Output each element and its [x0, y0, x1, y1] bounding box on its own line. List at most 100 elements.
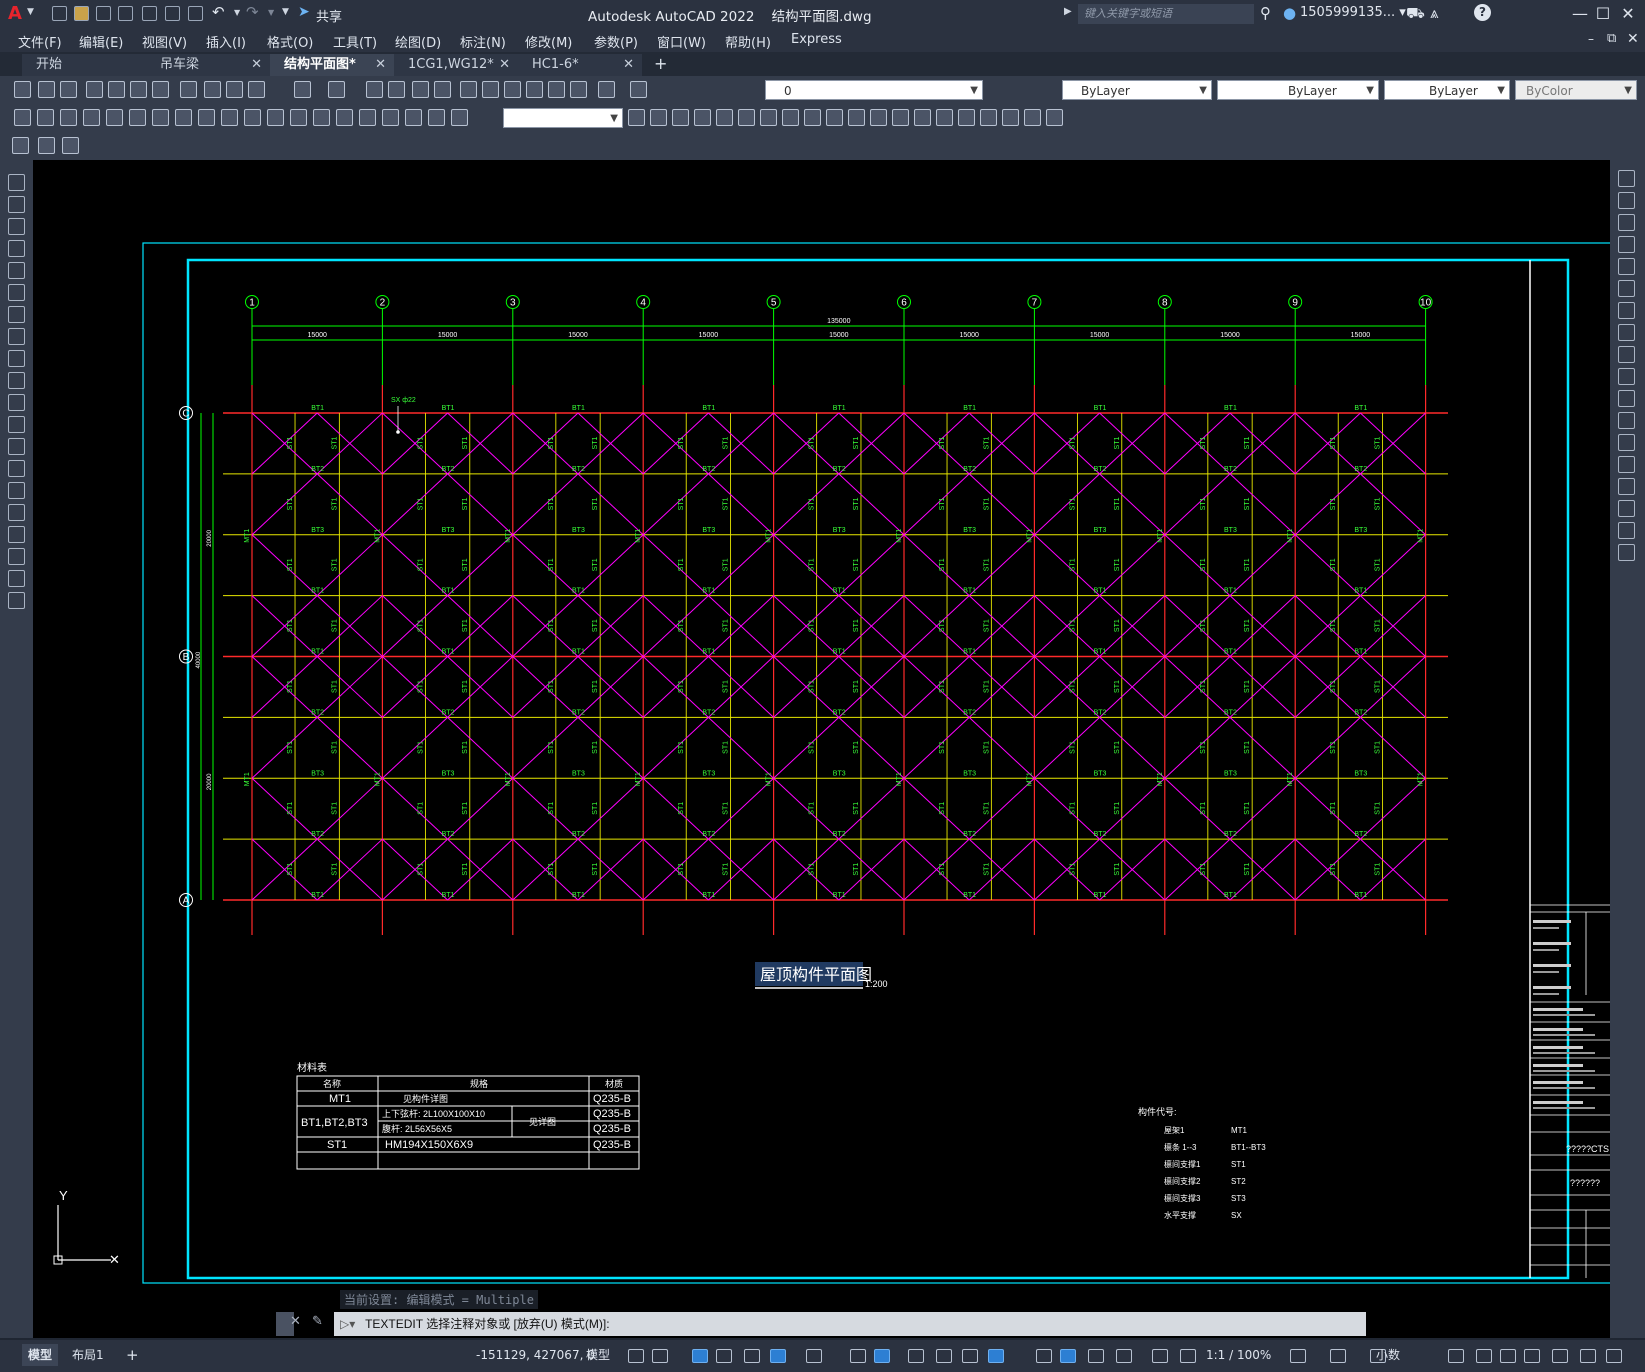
auto-scale-icon[interactable] — [1152, 1349, 1168, 1363]
offset-icon[interactable] — [1618, 236, 1635, 253]
cart-icon[interactable]: ⛟ — [1406, 4, 1425, 24]
continue-icon[interactable] — [244, 109, 261, 126]
break-icon[interactable] — [290, 109, 307, 126]
sheet-set-icon[interactable] — [526, 81, 543, 98]
trim-icon[interactable] — [1618, 368, 1635, 385]
edit-block-icon[interactable] — [12, 137, 29, 154]
color-dropdown[interactable]: ByLayer ▼ — [1062, 80, 1212, 100]
linetype-dropdown[interactable]: ByLayer ▼ — [1217, 80, 1379, 100]
clean-screen-icon[interactable] — [1552, 1349, 1568, 1363]
plotstyle-dropdown[interactable]: ByColor ▼ — [1515, 80, 1637, 100]
mirror-icon[interactable] — [672, 109, 689, 126]
3dprint-icon[interactable] — [152, 81, 169, 98]
new-tab-icon[interactable]: + — [654, 54, 667, 73]
close-tab-icon[interactable]: ✕ — [623, 54, 634, 76]
gradient-icon[interactable] — [8, 504, 25, 521]
annotation-scale[interactable]: 1:1 / 100% — [1200, 1344, 1277, 1366]
array-icon[interactable] — [716, 109, 733, 126]
ordinate-icon[interactable] — [83, 109, 100, 126]
zoom-realtime-icon[interactable] — [388, 81, 405, 98]
osnap-tracking-icon[interactable] — [850, 1349, 866, 1363]
arc-icon[interactable] — [8, 284, 25, 301]
redo-icon[interactable] — [328, 81, 345, 98]
copy-icon[interactable] — [204, 81, 221, 98]
tab-crane-beam[interactable]: 吊车梁 ✕ — [146, 54, 270, 76]
help-icon[interactable]: ? — [1474, 4, 1491, 21]
selection-filter-icon[interactable] — [1060, 1349, 1076, 1363]
dimedit-icon[interactable] — [405, 109, 422, 126]
plot-icon[interactable] — [188, 6, 203, 21]
fillet-icon[interactable] — [1618, 500, 1635, 517]
move-icon[interactable] — [1618, 280, 1635, 297]
undo-icon[interactable]: ↶ — [212, 3, 225, 21]
command-line-input[interactable]: ▷▾ TEXTEDIT 选择注释对象或 [放弃(U) 模式(M)]: — [334, 1312, 1366, 1336]
customize-qat-icon[interactable]: ▼ — [282, 7, 289, 17]
quickcalc-icon[interactable] — [570, 81, 587, 98]
ellipse-icon[interactable] — [8, 372, 25, 389]
explode-icon[interactable] — [958, 109, 975, 126]
drawing-canvas[interactable]: BT1 BT2 BT3 BT1 BT1 BT2 BT3 BT2 BT1 ST1 ST1 ST1 ST1 S… — [33, 160, 1610, 1338]
undo-icon[interactable] — [294, 81, 311, 98]
undo-dropdown-icon[interactable]: ▼ — [234, 8, 240, 17]
move-icon[interactable] — [738, 109, 755, 126]
add-selected-icon[interactable] — [8, 592, 25, 609]
blend-icon[interactable] — [1618, 522, 1635, 539]
tab-start[interactable]: 开始 — [22, 54, 146, 76]
scale-icon[interactable] — [782, 109, 799, 126]
close-tab-icon[interactable]: ✕ — [499, 54, 510, 76]
command-customize-icon[interactable]: ✎ — [312, 1314, 323, 1329]
break-at-icon[interactable] — [870, 109, 887, 126]
dyn-ucs-icon[interactable] — [1036, 1349, 1052, 1363]
add-layout-icon[interactable]: + — [126, 1346, 139, 1364]
linear-dim-icon[interactable] — [14, 109, 31, 126]
menu-draw[interactable]: 绘图(D) — [395, 32, 441, 51]
space-icon[interactable] — [267, 109, 284, 126]
open-icon[interactable] — [38, 81, 55, 98]
menu-modify[interactable]: 修改(M) — [525, 32, 572, 51]
paste-icon[interactable] — [226, 81, 243, 98]
line-icon[interactable] — [8, 174, 25, 191]
extend-icon[interactable] — [848, 109, 865, 126]
zoom-previous-icon[interactable] — [434, 81, 451, 98]
ellipse-arc-icon[interactable] — [8, 394, 25, 411]
rotate-icon[interactable] — [1618, 302, 1635, 319]
close-window-icon[interactable]: ✕ — [1613, 2, 1643, 26]
tool-palettes-icon[interactable] — [504, 81, 521, 98]
erase-icon[interactable] — [1618, 170, 1635, 187]
cut-icon[interactable] — [180, 81, 197, 98]
stretch-icon[interactable] — [1618, 346, 1635, 363]
menu-insert[interactable]: 插入(I) — [206, 32, 246, 51]
jogged-linear-icon[interactable] — [382, 109, 399, 126]
menu-view[interactable]: 视图(V) — [142, 32, 187, 51]
mtext-icon[interactable] — [8, 570, 25, 587]
tolerance-icon[interactable] — [313, 109, 330, 126]
3d-osnap-icon[interactable] — [988, 1349, 1004, 1363]
break-point-icon[interactable] — [1618, 412, 1635, 429]
circle-icon[interactable] — [8, 306, 25, 323]
new-file-icon[interactable] — [52, 6, 67, 21]
close-tab-icon[interactable]: ✕ — [251, 54, 262, 76]
user-icon[interactable]: ● — [1283, 4, 1296, 22]
infer-icon[interactable] — [692, 1349, 708, 1363]
customize-icon[interactable] — [1580, 1349, 1596, 1363]
rotate-icon[interactable] — [760, 109, 777, 126]
doc-restore-icon[interactable]: ⧉ — [1607, 31, 1616, 46]
model-tab[interactable]: 模型 — [22, 1344, 59, 1366]
stretch-icon[interactable] — [804, 109, 821, 126]
doc-minimize-icon[interactable]: – — [1588, 32, 1594, 46]
qnew-icon[interactable] — [14, 81, 31, 98]
layer-props-icon[interactable] — [630, 81, 647, 98]
close-tab-icon[interactable]: ✕ — [375, 54, 386, 76]
lineweight-icon[interactable] — [908, 1349, 924, 1363]
open-file-icon[interactable] — [74, 6, 89, 21]
offset-icon[interactable] — [694, 109, 711, 126]
zoom-window-icon[interactable] — [412, 81, 429, 98]
search-expand-icon[interactable]: ▶ — [1064, 6, 1072, 17]
units-dropdown[interactable]: 小数 — [1370, 1344, 1406, 1366]
design-center-icon[interactable] — [482, 81, 499, 98]
menu-edit[interactable]: 编辑(E) — [79, 32, 123, 51]
lineweight-dropdown[interactable]: ByLayer ▼ — [1384, 80, 1510, 100]
user-account[interactable]: 1505999135... ▾ — [1300, 5, 1406, 20]
plot-icon[interactable] — [86, 81, 103, 98]
menu-tools[interactable]: 工具(T) — [333, 32, 377, 51]
